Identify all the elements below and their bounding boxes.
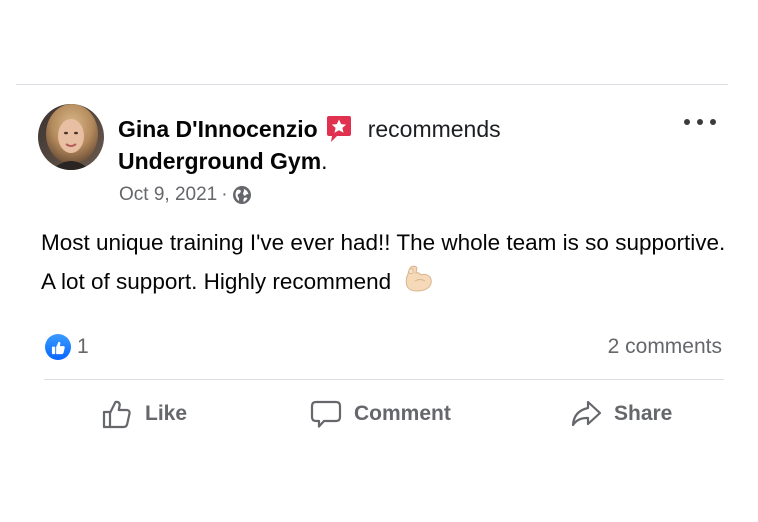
avatar-image (38, 104, 104, 170)
comments-count-link[interactable]: 2 comments (608, 333, 722, 361)
like-reaction-icon (45, 334, 71, 360)
thumbs-up-icon (102, 400, 131, 429)
more-options-icon[interactable] (684, 114, 716, 130)
globe-icon (232, 185, 252, 205)
flexed-biceps-emoji (403, 264, 433, 294)
post-meta: Oct 9, 2021 · (119, 182, 252, 208)
page-name-suffix: . (321, 148, 328, 174)
like-label: Like (145, 402, 188, 425)
comment-button[interactable]: Comment (310, 396, 451, 432)
comment-label: Comment (354, 402, 451, 425)
recommendation-badge-icon (324, 114, 354, 144)
actions-divider (44, 379, 724, 380)
like-count: 1 (77, 335, 89, 358)
recommends-label: recommends (367, 115, 501, 142)
comment-bubble-icon (310, 400, 342, 428)
more-dot (684, 119, 690, 125)
more-dot (710, 119, 716, 125)
share-label: Share (614, 402, 673, 425)
share-arrow-icon (571, 400, 602, 427)
post-date[interactable]: Oct 9, 2021 (119, 184, 217, 206)
page-name-link[interactable]: Underground Gym (118, 148, 321, 174)
reactions-summary[interactable]: 1 (45, 333, 89, 361)
post-body: Most unique training I've ever had!! The… (41, 223, 731, 301)
avatar[interactable] (38, 104, 104, 170)
post-text: Most unique training I've ever had!! The… (41, 230, 726, 294)
like-button[interactable]: Like (101, 396, 187, 432)
share-button[interactable]: Share (570, 396, 672, 432)
recommended-page: Underground Gym. (118, 148, 328, 175)
meta-separator: · (221, 184, 228, 205)
author-name[interactable]: Gina D'Innocenzio (118, 116, 318, 143)
top-divider (16, 84, 728, 85)
more-dot (697, 119, 703, 125)
post-header: Gina D'Innocenzio recommends (118, 114, 501, 144)
